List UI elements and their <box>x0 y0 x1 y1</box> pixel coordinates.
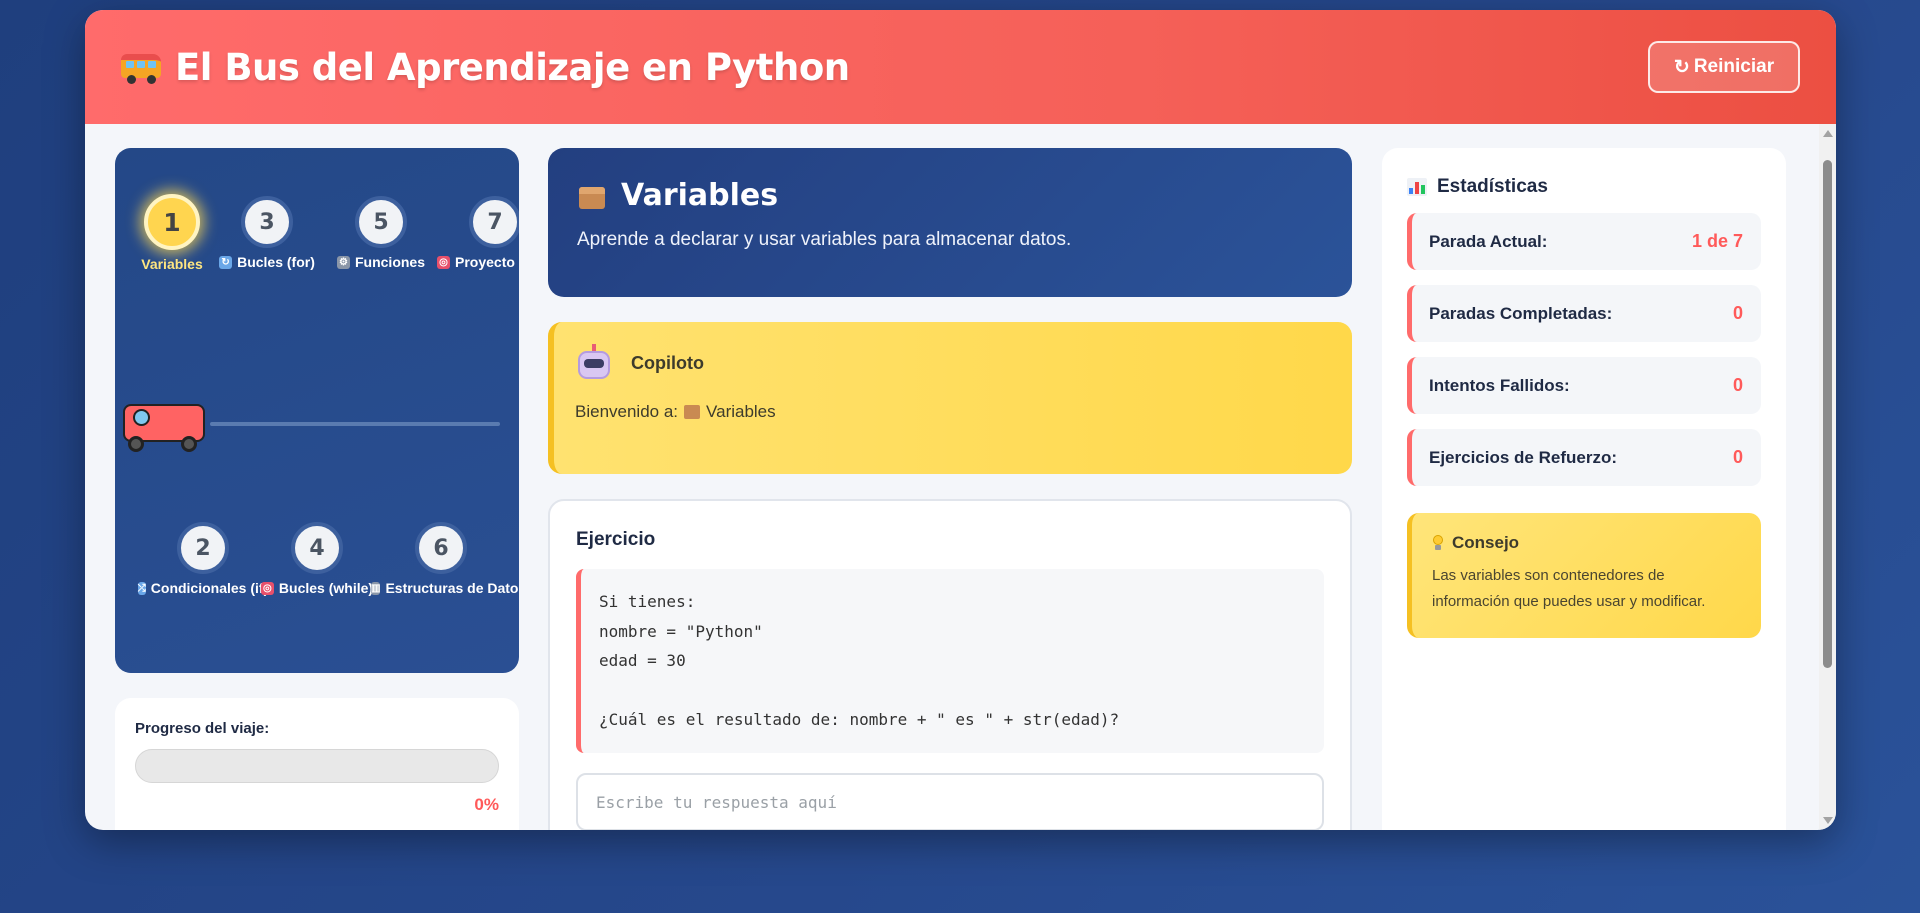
bar-chart-icon: ▥ <box>371 581 381 595</box>
scroll-down-icon[interactable] <box>1823 817 1833 824</box>
answer-input[interactable] <box>576 773 1324 830</box>
shuffle-icon: ⤮ <box>137 581 146 595</box>
progress-bar <box>135 749 499 783</box>
topic-description: Aprende a declarar y usar variables para… <box>577 229 1072 250</box>
reset-button-label: Reiniciar <box>1693 56 1775 77</box>
stop-label: Proyecto <box>455 254 515 270</box>
stop-label: Bucles (while) <box>278 580 374 596</box>
scroll-up-icon[interactable] <box>1823 130 1833 137</box>
stop-number: 5 <box>355 196 407 248</box>
stop-number: 3 <box>241 196 293 248</box>
app-header: El Bus del Aprendizaje en Python ↻ Reini… <box>85 10 1836 124</box>
copilot-card: Copiloto Bienvenido a: Variables <box>548 322 1352 474</box>
copilot-message: Bienvenido a: Variables <box>575 402 1331 422</box>
stat-label: Intentos Fallidos: <box>1429 375 1570 395</box>
bar-chart-icon <box>1407 178 1427 196</box>
route-stop-7[interactable]: 7 ◎ Proyecto <box>435 196 519 270</box>
progress-card: Progreso del viaje: 0% <box>115 698 519 830</box>
repeat-icon: ↻ <box>219 255 233 269</box>
target-icon: ◎ <box>260 581 274 595</box>
stop-label: Bucles (for) <box>237 254 315 270</box>
stop-number: 2 <box>177 522 229 574</box>
scroll-thumb[interactable] <box>1823 160 1832 668</box>
copilot-name: Copiloto <box>631 352 704 373</box>
topic-card: Variables Aprende a declarar y usar vari… <box>548 148 1352 297</box>
stat-label: Ejercicios de Refuerzo: <box>1429 447 1618 467</box>
bus-marker-icon <box>123 404 205 452</box>
stat-failed-attempts: Intentos Fallidos: 0 <box>1407 357 1761 414</box>
stop-number: 4 <box>291 522 343 574</box>
package-icon <box>684 405 701 419</box>
stat-value: 0 <box>1732 303 1743 323</box>
tip-text: Las variables son contenedores de inform… <box>1432 567 1706 610</box>
gear-icon: ⚙ <box>336 255 350 269</box>
stat-completed-stops: Paradas Completadas: 0 <box>1407 285 1761 342</box>
stop-label: Variables <box>141 256 203 272</box>
progress-percent: 0% <box>474 795 499 814</box>
app-window: El Bus del Aprendizaje en Python ↻ Reini… <box>85 10 1836 830</box>
exercise-title: Ejercicio <box>576 529 656 550</box>
route-stop-6[interactable]: 6 ▥ Estructuras de Datos <box>371 522 519 596</box>
stat-label: Parada Actual: <box>1429 231 1548 251</box>
refresh-icon: ↻ <box>1673 56 1690 78</box>
package-icon <box>577 181 607 211</box>
lightbulb-icon <box>1432 535 1444 551</box>
stop-number: 7 <box>469 196 519 248</box>
vertical-scrollbar[interactable] <box>1819 124 1836 830</box>
tip-title: Consejo <box>1452 533 1520 552</box>
app-title-group: El Bus del Aprendizaje en Python <box>121 46 850 89</box>
code-line: Si tienes: <box>599 592 696 611</box>
route-road <box>210 422 500 426</box>
progress-title: Progreso del viaje: <box>135 720 270 737</box>
route-stop-2[interactable]: 2 ⤮ Condicionales (if) <box>137 522 268 596</box>
exercise-card: Ejercicio Si tienes: nombre = "Python" e… <box>548 499 1352 830</box>
exercise-code: Si tienes: nombre = "Python" edad = 30 ¿… <box>576 569 1324 753</box>
stats-header: Estadísticas <box>1407 176 1761 198</box>
stop-label: Condicionales (if) <box>150 580 269 596</box>
stop-label: Estructuras de Datos <box>385 580 519 596</box>
copilot-message-topic: Variables <box>706 402 776 421</box>
route-stop-3[interactable]: 3 ↻ Bucles (for) <box>207 196 327 270</box>
stop-label: Funciones <box>354 254 425 270</box>
robot-icon <box>575 344 613 382</box>
stat-value: 1 de 7 <box>1691 231 1743 251</box>
stat-label: Paradas Completadas: <box>1429 303 1613 323</box>
route-stop-4[interactable]: 4 ◎ Bucles (while) <box>257 522 377 596</box>
route-map: 1 Variables 3 ↻ Bucles (for) 5 ⚙ Funciones… <box>115 148 519 673</box>
stats-title: Estadísticas <box>1437 176 1548 197</box>
route-stop-5[interactable]: 5 ⚙ Funciones <box>321 196 441 270</box>
tip-card: Consejo Las variables son contenedores d… <box>1407 513 1761 638</box>
stat-reinforcement: Ejercicios de Refuerzo: 0 <box>1407 429 1761 486</box>
bus-icon <box>121 50 161 84</box>
stat-value: 0 <box>1732 375 1743 395</box>
stat-value: 0 <box>1732 447 1743 467</box>
stop-number: 1 <box>144 194 200 250</box>
copilot-message-prefix: Bienvenido a: <box>575 402 679 421</box>
code-line: ¿Cuál es el resultado de: nombre + " es … <box>599 710 1120 729</box>
stop-number: 6 <box>415 522 467 574</box>
topic-title: Variables <box>621 178 779 213</box>
target-icon: ◎ <box>437 255 450 269</box>
code-line: edad = 30 <box>599 651 686 670</box>
reset-button[interactable]: ↻ Reiniciar <box>1648 41 1800 93</box>
code-line: nombre = "Python" <box>599 621 763 641</box>
stat-current-stop: Parada Actual: 1 de 7 <box>1407 213 1761 270</box>
app-title: El Bus del Aprendizaje en Python <box>175 45 850 89</box>
stats-card: Estadísticas Parada Actual: 1 de 7 Parad… <box>1382 148 1786 830</box>
